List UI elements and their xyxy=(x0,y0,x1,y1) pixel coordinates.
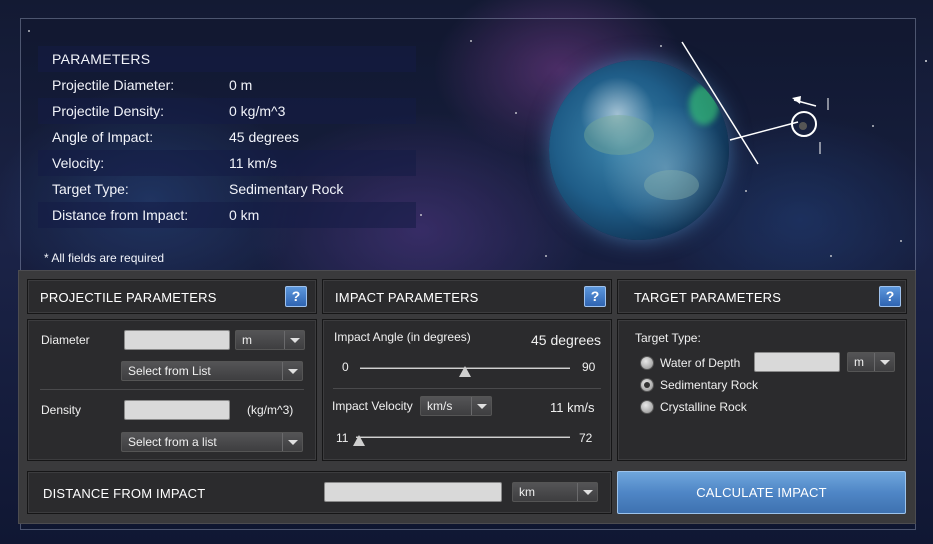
chevron-down-icon xyxy=(282,433,302,451)
param-value: 0 km xyxy=(229,207,260,223)
param-row-velocity: Velocity: 11 km/s xyxy=(38,150,416,176)
angle-max-label: 90 xyxy=(582,360,596,374)
projectile-title: PROJECTILE PARAMETERS xyxy=(40,290,217,305)
velocity-unit-value: km/s xyxy=(427,399,453,413)
param-row-density: Projectile Density: 0 kg/m^3 xyxy=(38,98,416,124)
impact-help-button[interactable]: ? xyxy=(584,286,606,307)
water-radio[interactable] xyxy=(640,356,654,370)
impact-angle-diagram-icon xyxy=(681,41,829,165)
planet-cloud xyxy=(584,115,654,155)
chevron-down-icon xyxy=(282,362,302,380)
angle-min-label: 0 xyxy=(342,360,349,374)
density-unit-label: (kg/m^3) xyxy=(247,403,294,417)
velocity-label: Impact Velocity xyxy=(332,399,413,413)
parameters-heading: PARAMETERS xyxy=(38,46,416,72)
projectile-body: Diameter m Select from List Density (kg/… xyxy=(27,319,317,461)
velocity-value: 11 km/s xyxy=(550,400,595,415)
param-label: Projectile Diameter: xyxy=(52,77,175,93)
sedimentary-label: Sedimentary Rock xyxy=(660,378,759,392)
impact-body: Impact Angle (in degrees) 45 degrees 0 9… xyxy=(322,319,612,461)
velocity-slider-track[interactable] xyxy=(356,436,570,438)
diameter-input[interactable] xyxy=(124,330,230,350)
target-body: Target Type: Water of Depth m Sedimentar… xyxy=(617,319,907,461)
chevron-down-icon xyxy=(577,483,597,501)
param-value: 0 kg/m^3 xyxy=(229,103,286,119)
distance-bar: DISTANCE FROM IMPACT km xyxy=(27,471,612,514)
density-input[interactable] xyxy=(124,400,230,420)
water-depth-unit-value: m xyxy=(854,355,864,369)
angle-value: 45 degrees xyxy=(531,332,602,348)
param-row-distance: Distance from Impact: 0 km xyxy=(38,202,416,228)
target-header: TARGET PARAMETERS ? xyxy=(617,279,907,314)
impact-header: IMPACT PARAMETERS ? xyxy=(322,279,612,314)
distance-unit-select[interactable]: km xyxy=(512,482,598,502)
density-label: Density xyxy=(41,403,82,417)
param-row-diameter: Projectile Diameter: 0 m xyxy=(38,72,416,98)
chevron-down-icon xyxy=(471,397,491,415)
projectile-help-button[interactable]: ? xyxy=(285,286,307,307)
param-label: Angle of Impact: xyxy=(52,129,154,145)
water-depth-unit-select[interactable]: m xyxy=(847,352,895,372)
crystalline-label: Crystalline Rock xyxy=(660,400,747,414)
angle-label: Impact Angle (in degrees) xyxy=(334,330,471,344)
density-preset-value: Select from a list xyxy=(128,435,217,449)
water-depth-input[interactable] xyxy=(754,352,840,372)
parameters-summary: PARAMETERS Projectile Diameter: 0 m Proj… xyxy=(38,46,416,228)
diameter-preset-value: Select from List xyxy=(128,364,211,378)
target-title: TARGET PARAMETERS xyxy=(634,290,782,305)
chevron-down-icon xyxy=(874,353,894,371)
velocity-max-label: 72 xyxy=(579,431,593,445)
sedimentary-radio[interactable] xyxy=(640,378,654,392)
param-label: Target Type: xyxy=(52,181,129,197)
required-note: * All fields are required xyxy=(44,251,165,265)
param-value: Sedimentary Rock xyxy=(229,181,344,197)
star xyxy=(925,60,927,62)
diameter-unit-select[interactable]: m xyxy=(235,330,305,350)
impact-title: IMPACT PARAMETERS xyxy=(335,290,479,305)
velocity-slider-thumb[interactable] xyxy=(353,435,365,446)
target-help-button[interactable]: ? xyxy=(879,286,901,307)
param-row-angle: Angle of Impact: 45 degrees xyxy=(38,124,416,150)
calculate-impact-button[interactable]: CALCULATE IMPACT xyxy=(617,471,906,514)
diameter-label: Diameter xyxy=(41,333,90,347)
diameter-preset-select[interactable]: Select from List xyxy=(121,361,303,381)
chevron-down-icon xyxy=(284,331,304,349)
param-row-target-type: Target Type: Sedimentary Rock xyxy=(38,176,416,202)
projectile-header: PROJECTILE PARAMETERS ? xyxy=(27,279,317,314)
divider xyxy=(333,388,601,389)
density-preset-select[interactable]: Select from a list xyxy=(121,432,303,452)
angle-slider-thumb[interactable] xyxy=(459,366,471,377)
distance-label: DISTANCE FROM IMPACT xyxy=(43,486,206,501)
crystalline-radio[interactable] xyxy=(640,400,654,414)
diameter-unit-value: m xyxy=(242,333,252,347)
param-label: Velocity: xyxy=(52,155,105,171)
water-label: Water of Depth xyxy=(660,356,741,370)
param-value: 11 km/s xyxy=(229,155,277,171)
distance-unit-value: km xyxy=(519,485,535,499)
param-value: 0 m xyxy=(229,77,253,93)
param-label: Projectile Density: xyxy=(52,103,165,119)
velocity-min-label: 11 xyxy=(336,431,349,445)
target-type-label: Target Type: xyxy=(635,331,701,345)
velocity-unit-select[interactable]: km/s xyxy=(420,396,492,416)
distance-input[interactable] xyxy=(324,482,502,502)
param-value: 45 degrees xyxy=(229,129,300,145)
param-label: Distance from Impact: xyxy=(52,207,189,223)
divider xyxy=(40,389,304,390)
